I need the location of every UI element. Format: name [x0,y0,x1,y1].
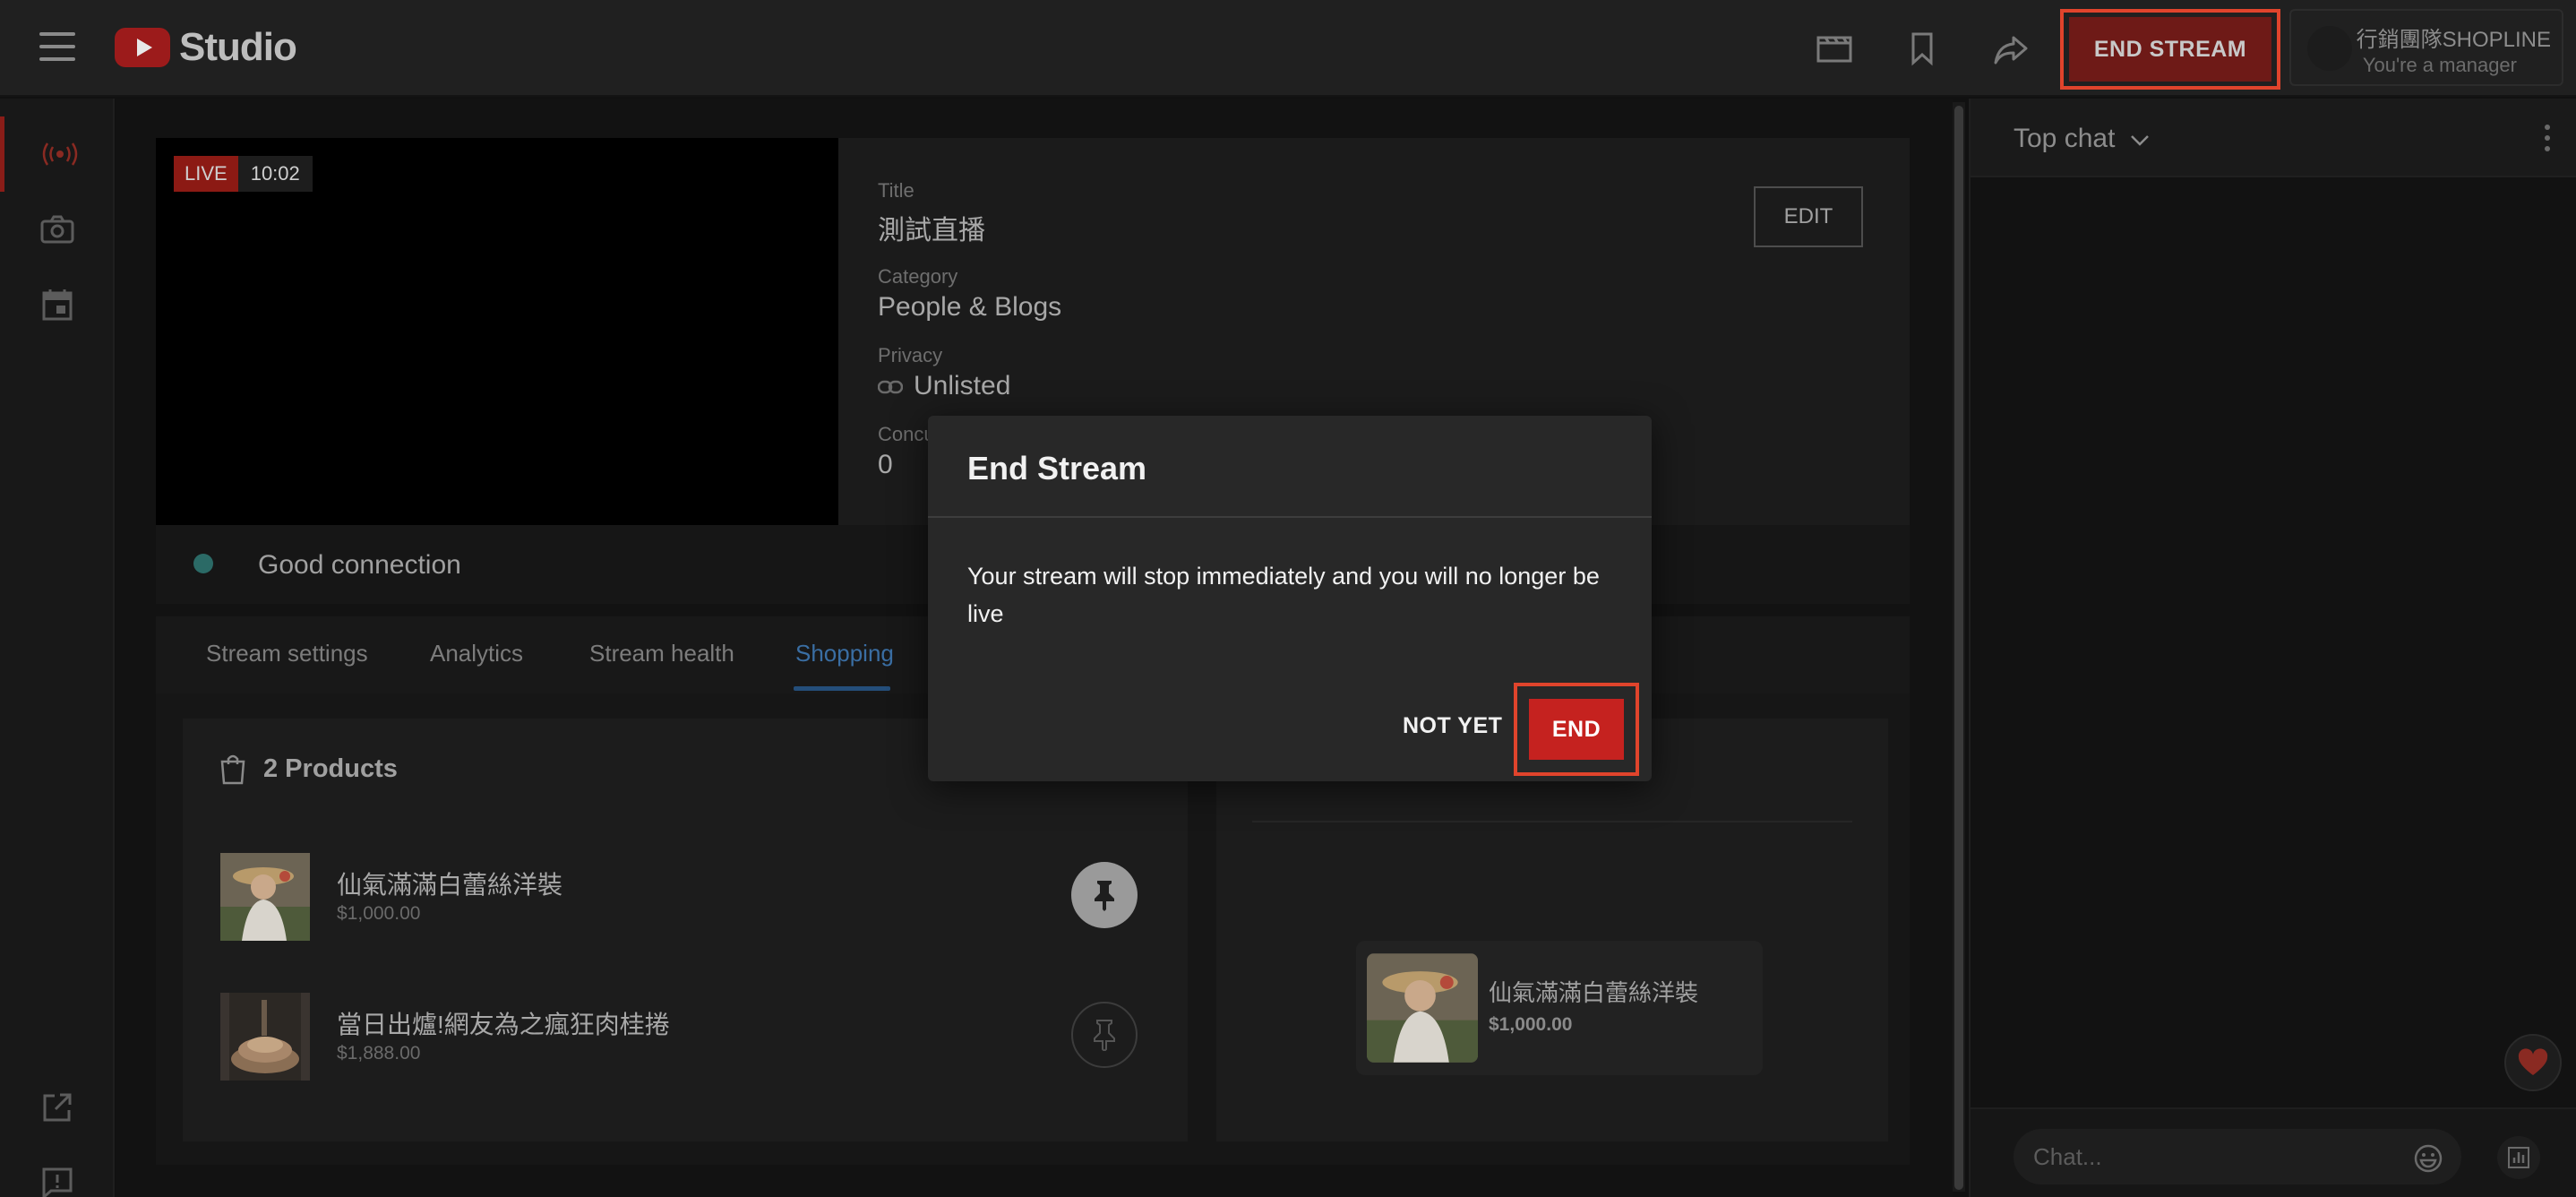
end-button[interactable]: END [1529,699,1624,760]
end-button-highlight[interactable]: END [1514,683,1639,776]
dialog-message: Your stream will stop immediately and yo… [967,563,1600,627]
dialog-divider [928,516,1652,518]
not-yet-button[interactable]: NOT YET [1403,713,1502,739]
dialog-title: End Stream [967,450,1147,487]
end-stream-dialog: End Stream Your stream will stop immedia… [928,416,1652,781]
